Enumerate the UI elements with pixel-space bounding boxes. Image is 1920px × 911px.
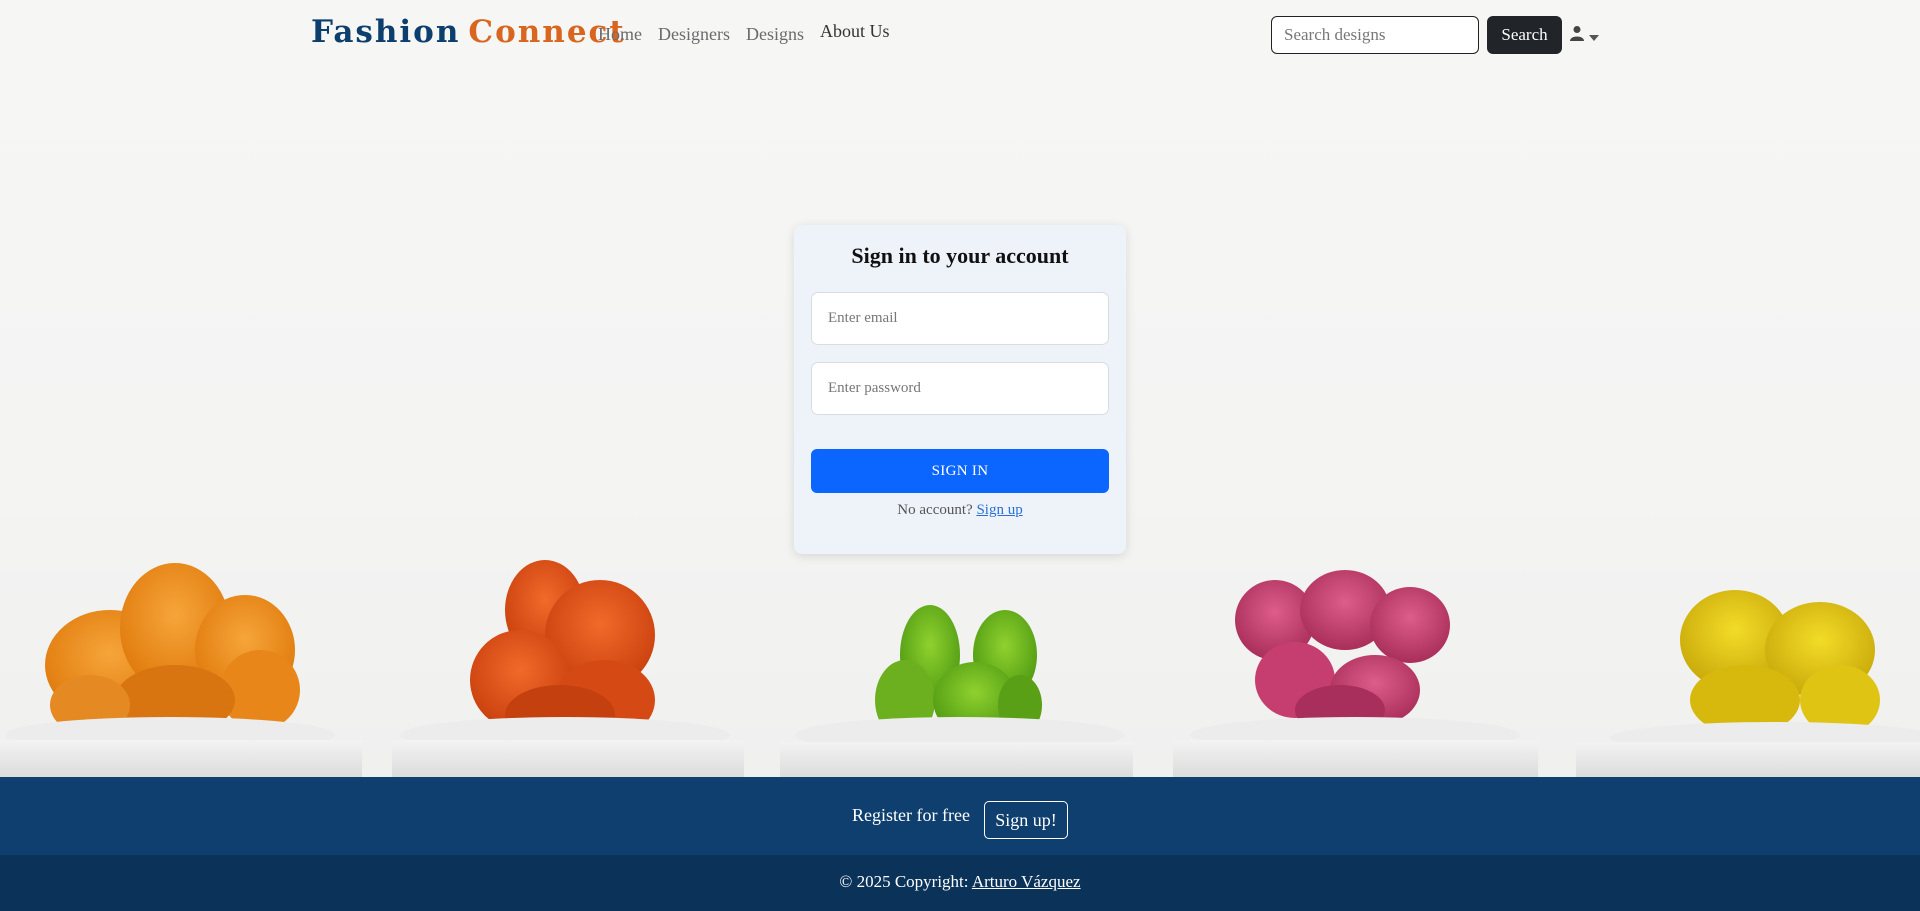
orange-cactus	[45, 563, 300, 735]
user-icon	[1569, 25, 1585, 45]
register-sign-up-button[interactable]: Sign up!	[984, 801, 1068, 839]
sign-up-link[interactable]: Sign up	[976, 502, 1022, 518]
password-field[interactable]	[811, 362, 1109, 415]
nav-link-about-us[interactable]: About Us	[820, 21, 890, 45]
no-account-text: No account?	[897, 502, 973, 518]
copyright-author-link[interactable]: Arturo Vázquez	[972, 872, 1081, 891]
search-input[interactable]	[1271, 16, 1479, 54]
register-text: Register for free	[852, 805, 970, 825]
copyright: © 2025 Copyright: Arturo Vázquez	[0, 872, 1920, 892]
nav-link-designs[interactable]: Designs	[746, 24, 804, 45]
no-account-line: No account? Sign up	[794, 502, 1126, 519]
email-field[interactable]	[811, 292, 1109, 345]
brand-name-part1: Fashion	[311, 14, 461, 50]
nav-links: Home Designers Designs About Us	[598, 21, 890, 45]
pots	[0, 717, 1920, 777]
copyright-bar: © 2025 Copyright: Arturo Vázquez	[0, 855, 1920, 911]
nav-link-home[interactable]: Home	[598, 24, 642, 45]
login-card: Sign in to your account SIGN IN No accou…	[794, 225, 1126, 554]
yellow-cactus	[1680, 590, 1880, 735]
navbar: Fashion Connect Home Designers Designs Ab…	[0, 0, 1920, 70]
brand-logo[interactable]: Fashion Connect	[311, 14, 626, 50]
user-menu-dropdown[interactable]	[1569, 24, 1603, 46]
search-button[interactable]: Search	[1487, 16, 1562, 54]
caret-down-icon	[1589, 26, 1599, 45]
sign-in-button[interactable]: SIGN IN	[811, 449, 1109, 493]
register-bar: Register for free Sign up!	[0, 777, 1920, 855]
copyright-text: © 2025 Copyright:	[839, 872, 969, 891]
pink-cactus	[1235, 570, 1450, 735]
nav-link-designers[interactable]: Designers	[658, 24, 730, 45]
login-title: Sign in to your account	[851, 243, 1069, 268]
